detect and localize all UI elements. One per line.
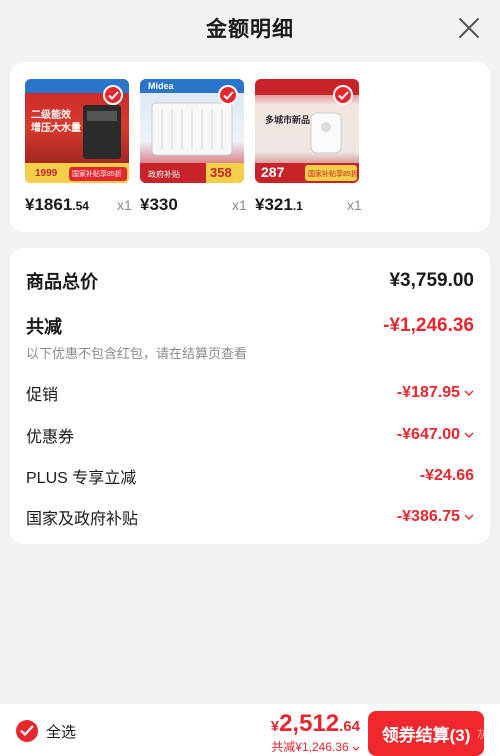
product-badge: 287 bbox=[261, 164, 285, 180]
total-reduce-value: -¥1,246.36 bbox=[383, 315, 474, 336]
subsidy-row[interactable]: 国家及政府补贴 -¥386.75 bbox=[26, 505, 474, 529]
subsidy-value: -¥386.75 bbox=[397, 508, 474, 526]
product-thumb-text: Midea bbox=[148, 81, 174, 91]
promotion-label: 促销 bbox=[26, 387, 59, 404]
promotion-value: -¥187.95 bbox=[397, 384, 474, 402]
coupon-value: -¥647.00 bbox=[397, 426, 474, 444]
product-item[interactable]: 多城市新品 287 国家补贴享85折 ¥321.1 x1 bbox=[255, 79, 370, 217]
subsidy-label: 国家及政府补贴 bbox=[26, 511, 139, 528]
product-selected-check-icon[interactable] bbox=[333, 85, 353, 105]
chevron-down-icon[interactable] bbox=[464, 432, 474, 438]
check-circle-icon[interactable] bbox=[16, 720, 38, 742]
product-selected-check-icon[interactable] bbox=[218, 85, 238, 105]
sheet-header: 金额明细 bbox=[0, 0, 500, 56]
select-all-label: 全选 bbox=[46, 723, 77, 741]
price-summary-card: 商品总价 ¥3,759.00 共减 -¥1,246.36 以下优惠不包含红包，请… bbox=[10, 248, 490, 544]
amount-currency: ¥ bbox=[270, 718, 280, 735]
product-thumbnail[interactable]: 多城市新品 287 国家补贴享85折 bbox=[255, 79, 359, 183]
product-selected-check-icon[interactable] bbox=[103, 85, 123, 105]
plus-discount-value: -¥24.66 bbox=[419, 467, 474, 484]
total-price-label: 商品总价 bbox=[26, 272, 98, 292]
product-item[interactable]: 二级能效 增压大水量 1999 国家补贴享85折 ¥1861.54 x1 bbox=[25, 79, 140, 217]
coupon-row[interactable]: 优惠券 -¥647.00 bbox=[26, 423, 474, 447]
product-price: ¥1861.54 bbox=[25, 195, 89, 214]
select-all-toggle[interactable]: 全选 bbox=[16, 720, 76, 742]
product-item[interactable]: Midea 358 政府补贴 ¥330 x1 bbox=[140, 79, 255, 217]
product-badge: 1999 bbox=[35, 168, 58, 179]
plus-discount-label: PLUS 专享立减 bbox=[26, 470, 137, 487]
total-price-row: 商品总价 ¥3,759.00 bbox=[26, 268, 474, 294]
sheet-title: 金额明细 bbox=[206, 18, 294, 41]
amount-decimal: .64 bbox=[339, 718, 360, 735]
product-quantity: x1 bbox=[232, 197, 247, 213]
product-thumb-text: 二级能效 增压大水量 bbox=[31, 110, 81, 134]
checkout-bar: 全选 ¥2,512.64 共减¥1,246.36 领券结算(3) bbox=[0, 704, 500, 756]
checkout-button[interactable]: 领券结算(3) bbox=[368, 711, 484, 756]
total-reduce-label: 共减 bbox=[26, 317, 62, 337]
product-thumbnail[interactable]: Midea 358 政府补贴 bbox=[140, 79, 244, 183]
chevron-down-icon[interactable] bbox=[464, 514, 474, 520]
product-subsidy-label: 国家补贴享85折 bbox=[72, 171, 122, 178]
discount-note: 以下优惠不包含红包，请在结算页查看 bbox=[26, 346, 248, 361]
product-badge: 358 bbox=[210, 165, 232, 180]
product-price: ¥321.1 bbox=[255, 195, 303, 214]
product-subsidy-label: 政府补贴 bbox=[148, 170, 180, 179]
product-thumbnail[interactable]: 二级能效 增压大水量 1999 国家补贴享85折 bbox=[25, 79, 129, 183]
chevron-down-icon[interactable] bbox=[352, 746, 360, 751]
coupon-label: 优惠券 bbox=[26, 429, 75, 446]
total-amount: ¥2,512.64 共减¥1,246.36 bbox=[271, 710, 360, 755]
discount-summary[interactable]: 共减¥1,246.36 bbox=[271, 738, 360, 755]
total-price-value: ¥3,759.00 bbox=[389, 270, 474, 291]
promotion-row[interactable]: 促销 -¥187.95 bbox=[26, 381, 474, 405]
product-thumb-text: 多城市新品 bbox=[265, 115, 311, 125]
product-list-card: 二级能效 增压大水量 1999 国家补贴享85折 ¥1861.54 x1 Mid… bbox=[10, 62, 490, 232]
watermark: 灰 bbox=[477, 729, 488, 741]
amount-main: 2,512 bbox=[279, 710, 340, 737]
amount-detail-sheet: 金额明细 二级能效 增压大水量 1999 国家补贴享85折 ¥1861.54 x… bbox=[0, 0, 500, 704]
product-quantity: x1 bbox=[117, 197, 132, 213]
product-quantity: x1 bbox=[347, 197, 362, 213]
product-subsidy-label: 国家补贴享85折 bbox=[308, 171, 358, 178]
chevron-down-icon[interactable] bbox=[464, 390, 474, 396]
plus-discount-row: PLUS 专享立减 -¥24.66 bbox=[26, 464, 474, 488]
close-icon[interactable] bbox=[458, 17, 480, 39]
total-reduce-row: 共减 -¥1,246.36 bbox=[26, 313, 474, 339]
product-price: ¥330 bbox=[140, 195, 178, 214]
